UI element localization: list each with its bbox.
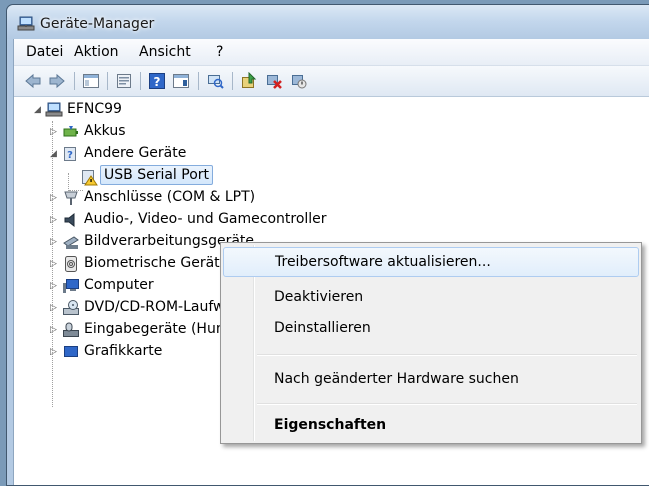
collapse-arrow-icon[interactable]: ◢ (34, 106, 42, 115)
fingerprint-icon (65, 256, 77, 272)
properties-icon[interactable] (115, 72, 133, 90)
context-menu: Treibersoftware aktualisieren... Deaktiv… (220, 242, 642, 444)
uninstall-icon[interactable] (265, 72, 283, 90)
expand-arrow-icon[interactable]: ▷ (50, 194, 58, 203)
menu-bar: Datei Aktion Ansicht ? (14, 39, 649, 66)
show-hide-console-tree-icon[interactable] (82, 72, 100, 90)
scanner-icon (63, 236, 79, 249)
collapse-arrow-icon[interactable]: ◢ (50, 150, 58, 159)
menu-ansicht[interactable]: Ansicht (137, 44, 193, 60)
expand-arrow-icon[interactable]: ▷ (50, 260, 58, 269)
tree-item-label: Andere Geräte (84, 145, 187, 161)
menu-item-label: Deinstallieren (274, 320, 371, 336)
tree-node-usb-serial-port[interactable]: USB Serial Port (14, 165, 314, 187)
toolbar-separator (140, 72, 141, 90)
menu-datei[interactable]: Datei (24, 44, 65, 60)
toolbar-separator (198, 72, 199, 90)
tree-node-andere-geraete[interactable]: ◢ ? Andere Geräte (14, 143, 314, 165)
tree-item-label: Audio-, Video- und Gamecontroller (84, 211, 327, 227)
menu-item-properties[interactable]: Eigenschaften (223, 411, 639, 439)
tree-node-root[interactable]: ◢ EFNC99 (14, 99, 314, 121)
toolbar-separator (232, 72, 233, 90)
monitor-icon (63, 279, 79, 293)
toolbar-separator (74, 72, 75, 90)
tree-item-label: Biometrische Geräte (84, 255, 229, 271)
tree-item-label: Grafikkarte (84, 343, 163, 359)
expand-arrow-icon[interactable]: ▷ (50, 348, 58, 357)
tree-item-label: Anschlüsse (COM & LPT) (84, 189, 256, 205)
menu-aktion[interactable]: Aktion (72, 44, 121, 60)
menu-help[interactable]: ? (214, 44, 225, 60)
toolbar-separator (107, 72, 108, 90)
update-driver-icon[interactable] (240, 72, 258, 90)
scan-hardware-icon[interactable] (206, 72, 224, 90)
expand-arrow-icon[interactable]: ▷ (50, 282, 58, 291)
menu-item-uninstall[interactable]: Deinstallieren (223, 314, 639, 342)
tree-item-label-selected: USB Serial Port (100, 165, 214, 185)
back-arrow-icon[interactable] (24, 72, 42, 90)
title-bar[interactable]: Geräte-Manager (7, 5, 649, 39)
warning-device-icon (82, 170, 98, 186)
input-device-icon (63, 322, 79, 337)
menu-item-label: Deaktivieren (274, 289, 364, 305)
tree-node-akkus[interactable]: ▷ Akkus (14, 121, 314, 143)
menu-item-disable[interactable]: Deaktivieren (223, 283, 639, 311)
device-manager-icon (17, 16, 35, 31)
speaker-icon (64, 212, 75, 228)
menu-separator (257, 403, 637, 405)
expand-arrow-icon[interactable]: ▷ (50, 304, 58, 313)
battery-icon (63, 126, 78, 137)
window-title: Geräte-Manager (40, 16, 155, 32)
tree-root-label: EFNC99 (67, 101, 122, 117)
forward-arrow-icon[interactable] (48, 72, 66, 90)
tree-item-label: Computer (84, 277, 154, 293)
unknown-device-icon: ? (64, 147, 76, 161)
svg-text:?: ? (154, 75, 161, 89)
expand-arrow-icon[interactable]: ▷ (50, 326, 58, 335)
action-pane-icon[interactable] (172, 72, 190, 90)
menu-item-label: Treibersoftware aktualisieren... (275, 254, 491, 270)
menu-item-scan-hardware[interactable]: Nach geänderter Hardware suchen (223, 365, 639, 393)
computer-network-icon (45, 102, 63, 117)
expand-arrow-icon[interactable]: ▷ (50, 238, 58, 247)
menu-separator (257, 354, 637, 356)
expand-arrow-icon[interactable]: ▷ (50, 216, 58, 225)
display-adapter-icon (64, 346, 78, 357)
menu-item-label: Nach geänderter Hardware suchen (274, 371, 519, 387)
tree-node-anschluesse[interactable]: ▷ Anschlüsse (COM & LPT) (14, 187, 314, 209)
help-icon[interactable]: ? (148, 72, 166, 90)
tree-item-label: Akkus (84, 123, 126, 139)
toolbar: ? (14, 66, 649, 97)
menu-item-label: Eigenschaften (274, 417, 387, 433)
port-icon (64, 191, 78, 205)
disc-drive-icon (63, 300, 79, 315)
tree-node-audio[interactable]: ▷ Audio-, Video- und Gamecontroller (14, 209, 327, 231)
expand-arrow-icon[interactable]: ▷ (50, 128, 58, 137)
disable-icon[interactable] (290, 72, 308, 90)
svg-text:?: ? (67, 150, 73, 161)
menu-item-update-driver[interactable]: Treibersoftware aktualisieren... (223, 247, 639, 277)
